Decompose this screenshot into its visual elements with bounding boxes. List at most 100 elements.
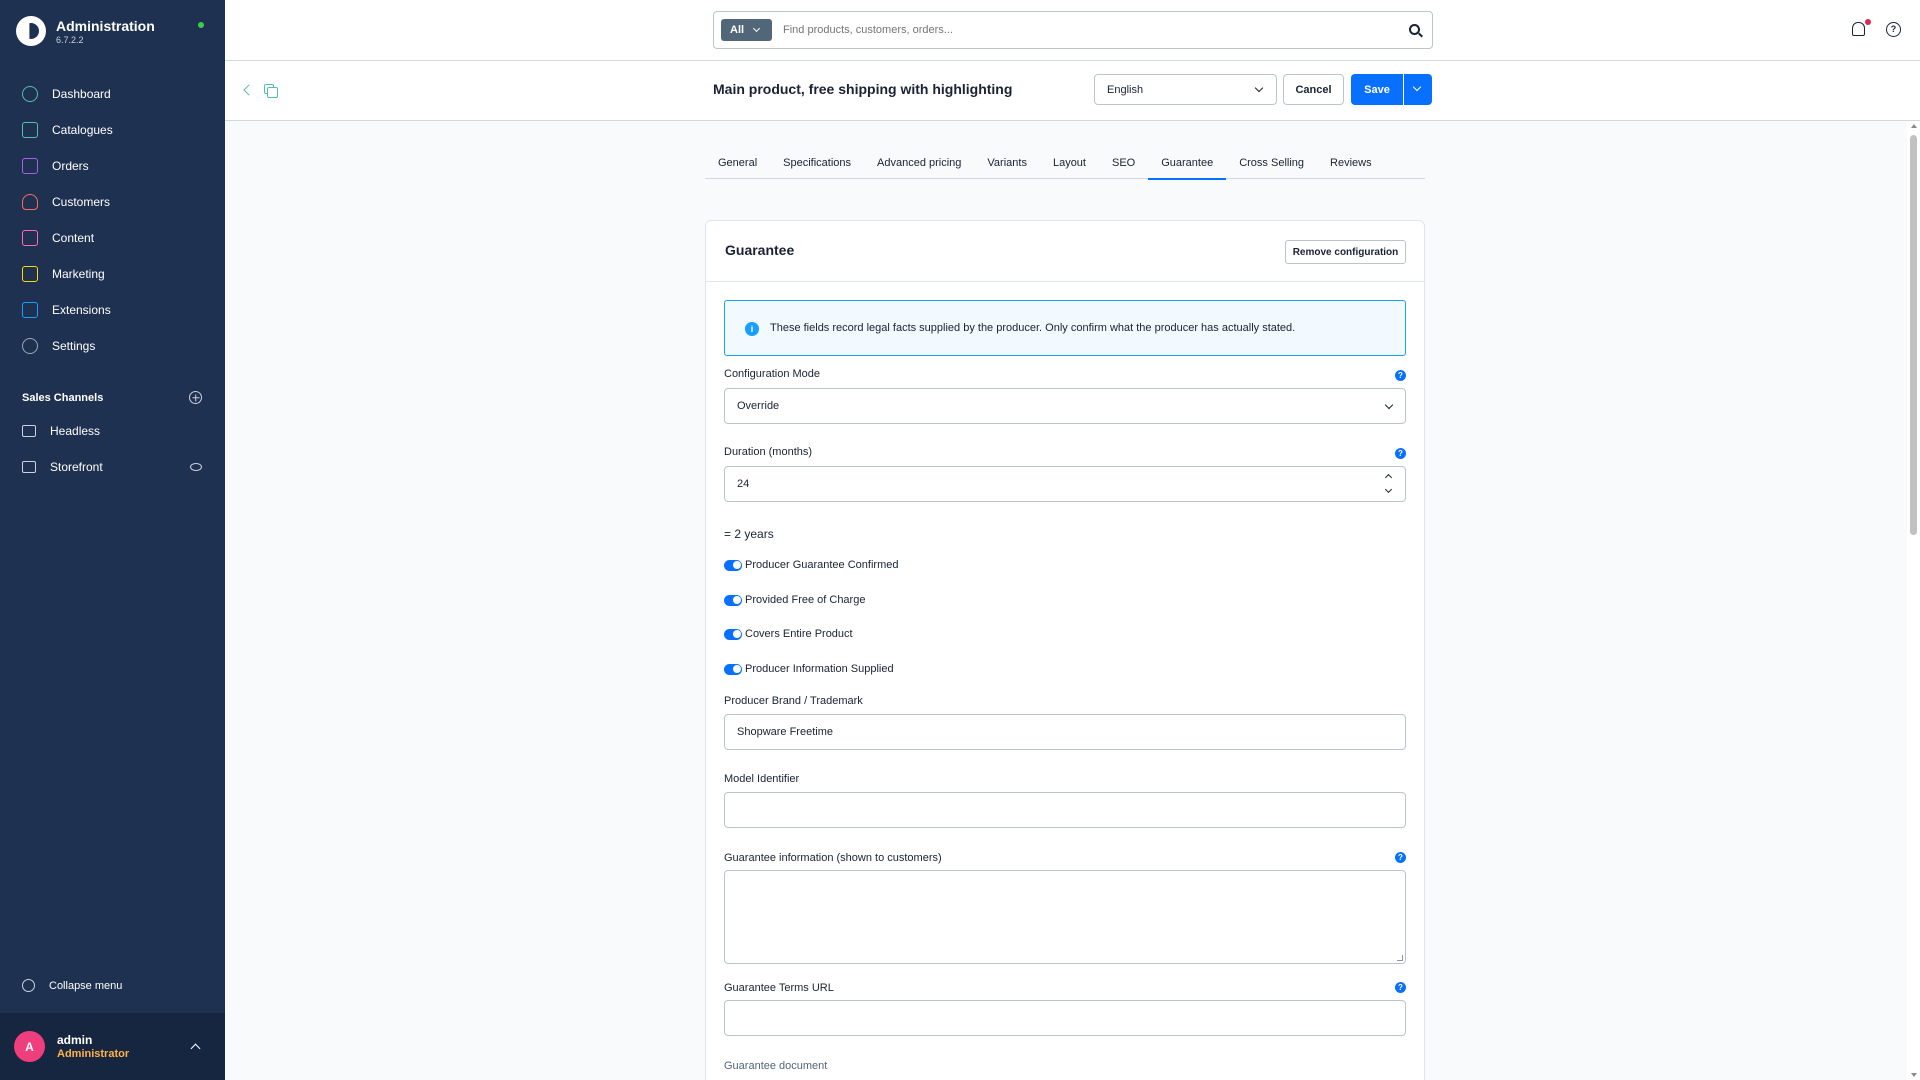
help-icon[interactable]: ? <box>1395 448 1406 459</box>
toggle-label: Producer Information Supplied <box>745 663 894 675</box>
sales-channel-headless[interactable]: Headless <box>0 413 225 449</box>
tab-reviews[interactable]: Reviews <box>1317 149 1385 179</box>
terms-url-input[interactable] <box>724 1000 1406 1036</box>
tab-advanced-pricing[interactable]: Advanced pricing <box>864 149 974 179</box>
cancel-button[interactable]: Cancel <box>1283 74 1344 105</box>
toggle-switch[interactable] <box>724 559 742 571</box>
app-version: 6.7.2.2 <box>56 34 84 45</box>
sidebar: Administration 6.7.2.2 Dashboard Catalog… <box>0 0 225 1080</box>
brand-label: Producer Brand / Trademark <box>724 695 863 707</box>
toggle-producer-information-supplied[interactable]: Producer Information Supplied <box>724 663 894 675</box>
tab-general[interactable]: General <box>705 149 770 179</box>
toggle-label: Producer Guarantee Confirmed <box>745 559 899 571</box>
search-icon[interactable] <box>1409 24 1420 35</box>
language-value: English <box>1107 83 1144 96</box>
chevron-down-icon[interactable] <box>1384 485 1393 494</box>
info-alert: i These fields record legal facts suppli… <box>724 300 1406 356</box>
sales-channels-list: Headless Storefront <box>0 413 225 485</box>
sidebar-item-content[interactable]: Content <box>0 220 225 256</box>
toggle-switch[interactable] <box>724 663 742 675</box>
chevron-up-icon[interactable] <box>1384 473 1393 482</box>
chevron-down-icon <box>1384 400 1394 410</box>
sidebar-item-dashboard[interactable]: Dashboard <box>0 76 225 112</box>
language-select[interactable]: English <box>1094 74 1277 105</box>
notification-badge <box>1865 19 1871 25</box>
brand[interactable]: Administration 6.7.2.2 <box>16 16 155 46</box>
guarantee-card: Guarantee Remove configuration i These f… <box>705 220 1425 1080</box>
config-mode-select[interactable]: Override <box>724 388 1406 424</box>
customers-icon <box>22 194 38 210</box>
collapse-icon <box>22 979 35 992</box>
help-icon[interactable]: ? <box>1395 370 1406 381</box>
toggle-covers-entire-product[interactable]: Covers Entire Product <box>724 628 853 640</box>
save-button[interactable]: Save <box>1351 74 1403 105</box>
tab-cross-selling[interactable]: Cross Selling <box>1226 149 1317 179</box>
copy-icon[interactable] <box>264 84 278 98</box>
brand-input[interactable]: Shopware Freetime <box>724 714 1406 750</box>
sidebar-item-label: Settings <box>52 339 96 353</box>
sidebar-item-customers[interactable]: Customers <box>0 184 225 220</box>
help-icon[interactable]: ? <box>1395 982 1406 993</box>
sidebar-item-label: Customers <box>52 195 111 209</box>
page-scrollbar[interactable] <box>1907 121 1920 1080</box>
alert-text: These fields record legal facts supplied… <box>770 322 1296 334</box>
back-arrow-icon[interactable] <box>243 84 255 96</box>
sidebar-item-label: Extensions <box>52 303 111 317</box>
toggle-producer-guarantee-confirmed[interactable]: Producer Guarantee Confirmed <box>724 559 898 571</box>
chevron-down-icon <box>753 24 761 33</box>
guarantee-info-textarea[interactable] <box>724 870 1406 964</box>
tab-variants[interactable]: Variants <box>974 149 1040 179</box>
global-search: All <box>713 11 1433 49</box>
sidebar-item-label: Marketing <box>52 267 105 281</box>
sidebar-item-catalogues[interactable]: Catalogues <box>0 112 225 148</box>
terms-url-label: Guarantee Terms URL <box>724 982 834 994</box>
scroll-up-icon[interactable] <box>1911 124 1917 128</box>
sales-channels-title: Sales Channels <box>22 391 104 404</box>
toggle-provided-free-of-charge[interactable]: Provided Free of Charge <box>724 594 865 606</box>
tab-specifications[interactable]: Specifications <box>770 149 864 179</box>
sidebar-item-marketing[interactable]: Marketing <box>0 256 225 292</box>
toggle-switch[interactable] <box>724 594 742 606</box>
sidebar-item-label: Content <box>52 231 95 245</box>
search-type-dropdown[interactable]: All <box>721 19 772 41</box>
add-sales-channel-icon[interactable] <box>189 391 202 404</box>
search-input[interactable] <box>783 24 1383 36</box>
sidebar-item-extensions[interactable]: Extensions <box>0 292 225 328</box>
headless-icon <box>22 425 36 437</box>
remove-configuration-button[interactable]: Remove configuration <box>1285 240 1406 264</box>
user-name: admin <box>57 1033 93 1047</box>
eye-icon[interactable] <box>190 463 202 471</box>
storefront-icon <box>22 461 36 473</box>
scroll-down-icon[interactable] <box>1911 1073 1917 1077</box>
duration-label: Duration (months) <box>724 446 813 458</box>
duration-input[interactable]: 24 <box>724 466 1406 502</box>
model-label: Model Identifier <box>724 773 800 785</box>
resize-handle-icon[interactable] <box>1397 955 1403 961</box>
product-tabs: General Specifications Advanced pricing … <box>705 149 1425 180</box>
tab-seo[interactable]: SEO <box>1099 149 1148 179</box>
avatar: A <box>14 1031 45 1062</box>
config-mode-label: Configuration Mode <box>724 368 821 380</box>
toggle-label: Covers Entire Product <box>745 628 853 640</box>
sidebar-item-settings[interactable]: Settings <box>0 328 225 364</box>
collapse-menu-button[interactable]: Collapse menu <box>22 979 122 992</box>
card-header: Guarantee Remove configuration <box>706 221 1424 282</box>
help-icon[interactable]: ? <box>1395 852 1406 863</box>
model-identifier-input[interactable] <box>724 792 1406 828</box>
topbar: All ? <box>225 0 1920 61</box>
user-menu[interactable]: A admin Administrator <box>0 1013 225 1080</box>
save-options-button[interactable] <box>1404 74 1432 105</box>
sales-channel-storefront[interactable]: Storefront <box>0 449 225 485</box>
help-icon[interactable]: ? <box>1886 22 1901 37</box>
content-icon <box>22 230 38 246</box>
tab-layout[interactable]: Layout <box>1040 149 1099 179</box>
sidebar-item-label: Catalogues <box>52 123 113 137</box>
notifications-bell-icon[interactable] <box>1852 22 1865 36</box>
scroll-thumb[interactable] <box>1910 135 1917 535</box>
tab-guarantee[interactable]: Guarantee <box>1148 149 1227 180</box>
sales-channel-label: Storefront <box>50 460 103 474</box>
toggle-switch[interactable] <box>724 628 742 640</box>
sidebar-item-orders[interactable]: Orders <box>0 148 225 184</box>
user-role: Administrator <box>57 1048 130 1060</box>
online-status-dot <box>198 22 204 28</box>
